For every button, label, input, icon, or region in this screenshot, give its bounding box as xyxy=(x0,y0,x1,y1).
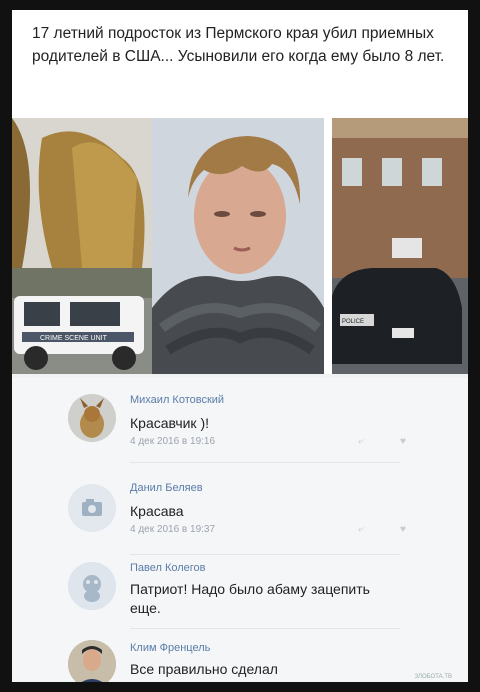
police-text: POLICE xyxy=(342,319,364,325)
portrait xyxy=(152,118,332,374)
comment-author[interactable]: Павел Колегов xyxy=(130,562,206,574)
heart-icon[interactable]: ♥ xyxy=(400,436,406,447)
comment-divider xyxy=(130,628,400,629)
comment-date[interactable]: 4 дек 2016 в 19:16 xyxy=(130,436,215,447)
reply-arrow-icon[interactable]: ⤶ xyxy=(358,524,364,535)
comment-date[interactable]: 4 дек 2016 в 19:37 xyxy=(130,524,215,535)
post-card: 17 летний подросток из Пермского края уб… xyxy=(12,10,468,682)
police-car-photo[interactable]: POLICE xyxy=(332,118,468,374)
avatar-default[interactable] xyxy=(68,562,116,610)
comment-item: Клим Френцель Все правильно сделал xyxy=(12,638,468,682)
avatar-photo[interactable] xyxy=(68,640,116,682)
reply-arrow-icon[interactable]: ⤶ xyxy=(358,436,364,447)
comment-author[interactable]: Клим Френцель xyxy=(130,642,210,654)
house-photo[interactable]: CRIME SCENE UNIT xyxy=(12,118,152,374)
comment-text: Патриот! Надо было абаму зацепить еще. xyxy=(130,581,370,616)
comment-item: Данил Беляев Красава 4 дек 2016 в 19:37 … xyxy=(12,470,468,555)
teen-portrait-photo[interactable] xyxy=(152,118,332,374)
comment-item: Михаил Котовский Красавчик )! 4 дек 2016… xyxy=(12,378,468,463)
comment-author[interactable]: Михаил Котовский xyxy=(130,394,224,406)
comment-text: Красавчик )! xyxy=(130,415,210,431)
photo-strip: CRIME SCENE UNIT POLICE xyxy=(12,118,468,374)
heart-icon[interactable]: ♥ xyxy=(400,524,406,535)
dog-icon xyxy=(68,562,116,610)
comments-section: Михаил Котовский Красавчик )! 4 дек 2016… xyxy=(12,378,468,682)
comment-text: Красава xyxy=(130,503,184,519)
house-scene: CRIME SCENE UNIT xyxy=(12,118,152,374)
dog-icon xyxy=(68,394,116,442)
camera-icon xyxy=(68,484,116,532)
comment-text: Все правильно сделал xyxy=(130,661,278,677)
crime-scene-text: CRIME SCENE UNIT xyxy=(40,335,108,342)
comment-divider xyxy=(130,462,400,463)
avatar-dog[interactable] xyxy=(68,394,116,442)
comment-author[interactable]: Данил Беляев xyxy=(130,482,203,494)
avatar-default[interactable] xyxy=(68,484,116,532)
comment-item: Павел Колегов Патриот! Надо было абаму з… xyxy=(12,554,468,634)
watermark: ЗЛОБОТА.ТВ xyxy=(414,674,453,680)
avatar-face xyxy=(68,640,116,682)
post-headline: 17 летний подросток из Пермского края уб… xyxy=(32,25,445,65)
police-scene: POLICE xyxy=(332,118,468,374)
